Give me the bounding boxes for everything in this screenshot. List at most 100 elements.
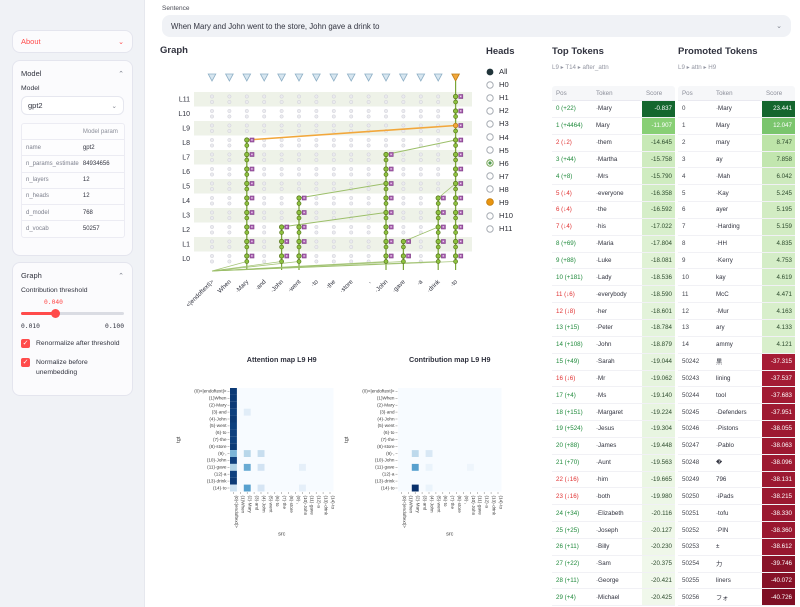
table-row[interactable]: 11McC4.471 [678, 286, 795, 303]
table-row[interactable]: 50249796-38.131 [678, 472, 795, 489]
svg-text:·John: ·John [269, 278, 285, 294]
svg-text:(11)·gave: (11)·gave [375, 465, 395, 470]
table-row[interactable]: 4·Mah6.042 [678, 168, 795, 185]
svg-text:L4: L4 [182, 198, 190, 205]
head-option-h3[interactable]: H3 [486, 117, 544, 130]
checkbox-renormalize-after-threshold[interactable]: ✓Renormalize after threshold [21, 339, 124, 349]
head-option-h0[interactable]: H0 [486, 78, 544, 91]
table-row[interactable]: 20 (+88)·James-19.448 [552, 438, 675, 455]
svg-text:L3: L3 [182, 213, 190, 220]
svg-text:(4)·John: (4)·John [377, 416, 395, 421]
head-option-h7[interactable]: H7 [486, 170, 544, 183]
table-row[interactable]: 50256フォ-40.726 [678, 589, 795, 606]
model-expander-header[interactable]: Model ⌃ [21, 69, 124, 78]
table-row[interactable]: 50243lining-37.537 [678, 371, 795, 388]
table-row[interactable]: 14ammy4.121 [678, 337, 795, 354]
svg-text:(11)·gave: (11)·gave [207, 465, 227, 470]
table-row[interactable]: 13ary4.133 [678, 320, 795, 337]
table-row[interactable]: 18 (+151)·Margaret-19.224 [552, 404, 675, 421]
table-row[interactable]: 1 (+4464)Mary-11.907 [552, 118, 675, 135]
head-option-h2[interactable]: H2 [486, 104, 544, 117]
head-option-h9[interactable]: H9 [486, 196, 544, 209]
about-expander[interactable]: About ⌄ [12, 30, 133, 53]
table-row[interactable]: 10 (+181)·Lady-18.536 [552, 269, 675, 286]
table-row[interactable]: 4 (+8)·Mrs-15.790 [552, 168, 675, 185]
svg-text:(12)·a: (12)·a [485, 496, 490, 509]
table-row[interactable]: 7 (↓4)·his-17.022 [552, 219, 675, 236]
table-row[interactable]: 50248�-38.096 [678, 455, 795, 472]
head-option-h8[interactable]: H8 [486, 183, 544, 196]
table-row[interactable]: 3 (+44)·Martha-15.758 [552, 152, 675, 169]
head-option-label: H9 [499, 198, 509, 207]
svg-text:(6)·to: (6)·to [443, 496, 448, 507]
table-row[interactable]: 8 (+69)·Maria-17.804 [552, 236, 675, 253]
table-row[interactable]: 19 (+524)·Jesus-19.304 [552, 421, 675, 438]
svg-text:(2)·Mary: (2)·Mary [416, 496, 421, 514]
table-row[interactable]: 26 (+11)·Billy-20.230 [552, 539, 675, 556]
table-row[interactable]: 50247·Pablo-38.063 [678, 438, 795, 455]
head-option-h5[interactable]: H5 [486, 144, 544, 157]
table-row[interactable]: 16 (↓6)·Mr-19.062 [552, 371, 675, 388]
table-row[interactable]: 6ayer5.195 [678, 202, 795, 219]
table-row[interactable]: 12 (↓8)·her-18.601 [552, 303, 675, 320]
threshold-value: 0.040 [44, 299, 63, 306]
slider-thumb[interactable] [51, 309, 60, 318]
model-select[interactable]: gpt2 ⌄ [21, 96, 124, 115]
table-row[interactable]: 11 (↓6)·everybody-18.590 [552, 286, 675, 303]
table-row[interactable]: 50242黒-37.315 [678, 354, 795, 371]
head-option-h1[interactable]: H1 [486, 91, 544, 104]
head-radio-icon [486, 68, 494, 76]
table-row[interactable]: 7·Harding5.159 [678, 219, 795, 236]
table-row[interactable]: 27 (+22)·Sam-20.375 [552, 556, 675, 573]
table-row[interactable]: 50250·iPads-38.215 [678, 488, 795, 505]
head-option-h11[interactable]: H11 [486, 222, 544, 235]
head-option-all[interactable]: All [486, 65, 544, 78]
table-row[interactable]: 10kay4.619 [678, 269, 795, 286]
table-row[interactable]: 15 (+49)·Sarah-19.044 [552, 354, 675, 371]
table-row[interactable]: 2 (↓2)·them-14.645 [552, 135, 675, 152]
table-row[interactable]: 21 (+70)·Aunt-19.563 [552, 455, 675, 472]
graph-settings-header[interactable]: Graph ⌃ [21, 271, 124, 280]
table-row[interactable]: 50255liners-40.072 [678, 573, 795, 590]
table-row[interactable]: 50245·Defenders-37.951 [678, 404, 795, 421]
table-row[interactable]: 0 (+22)·Mary-0.837 [552, 101, 675, 118]
table-row[interactable]: 24 (+34)·Elizabeth-20.116 [552, 505, 675, 522]
table-row[interactable]: 14 (+108)·John-18.879 [552, 337, 675, 354]
table-row[interactable]: 2mary8.747 [678, 135, 795, 152]
sentence-select[interactable]: When Mary and John went to the store, Jo… [162, 15, 791, 37]
head-option-h10[interactable]: H10 [486, 209, 544, 222]
head-option-h4[interactable]: H4 [486, 130, 544, 143]
svg-text:L5: L5 [182, 184, 190, 191]
table-row[interactable]: 6 (↓4)·the-16.592 [552, 202, 675, 219]
table-row[interactable]: 17 (+4)·Ms-19.140 [552, 387, 675, 404]
table-row[interactable]: 50253±-38.612 [678, 539, 795, 556]
table-row[interactable]: 5 (↓4)·everyone-16.358 [552, 185, 675, 202]
table-row[interactable]: 8·HH4.835 [678, 236, 795, 253]
table-row[interactable]: 12·Mur4.163 [678, 303, 795, 320]
table-row[interactable]: 50244tool-37.683 [678, 387, 795, 404]
table-row[interactable]: 50252·PIN-38.360 [678, 522, 795, 539]
table-row[interactable]: 5·Kay5.245 [678, 185, 795, 202]
table-row[interactable]: 0·Mary23.441 [678, 101, 795, 118]
head-option-h6[interactable]: H6 [486, 157, 544, 170]
checkbox-normalize-before-unembedding[interactable]: ✓Normalize before unembedding [21, 358, 124, 378]
table-row[interactable]: 28 (+11)·George-20.421 [552, 573, 675, 590]
threshold-slider[interactable]: 0.040 [21, 308, 124, 318]
svg-text:(14)·to: (14)·to [381, 485, 395, 490]
table-row[interactable]: 13 (+15)·Peter-18.784 [552, 320, 675, 337]
table-row[interactable]: 9 (+88)·Luke-18.081 [552, 253, 675, 270]
table-row: n_layers12 [22, 173, 124, 189]
table-row[interactable]: 22 (↓16)·him-19.665 [552, 472, 675, 489]
table-row[interactable]: 50254力-39.746 [678, 556, 795, 573]
contribution-map[interactable]: Contribution map L9 H9(0)<|endoftext|>(0… [336, 350, 548, 605]
table-row[interactable]: 23 (↓16)·both-19.980 [552, 488, 675, 505]
svg-text:(14)·to: (14)·to [213, 485, 227, 490]
table-row[interactable]: 1Mary12.047 [678, 118, 795, 135]
table-row[interactable]: 3ay7.858 [678, 152, 795, 169]
contribution-graph[interactable]: L11L10L9L8L7L6L5L4L3L2L1L0<|endoftext|>W… [158, 58, 480, 350]
table-row[interactable]: 25 (+25)·Joseph-20.127 [552, 522, 675, 539]
table-row[interactable]: 9·Kerry4.753 [678, 253, 795, 270]
table-row[interactable]: 50251·tofu-38.330 [678, 505, 795, 522]
table-row[interactable]: 29 (+4)·Michael-20.425 [552, 589, 675, 606]
table-row[interactable]: 50246·Pistons-38.055 [678, 421, 795, 438]
